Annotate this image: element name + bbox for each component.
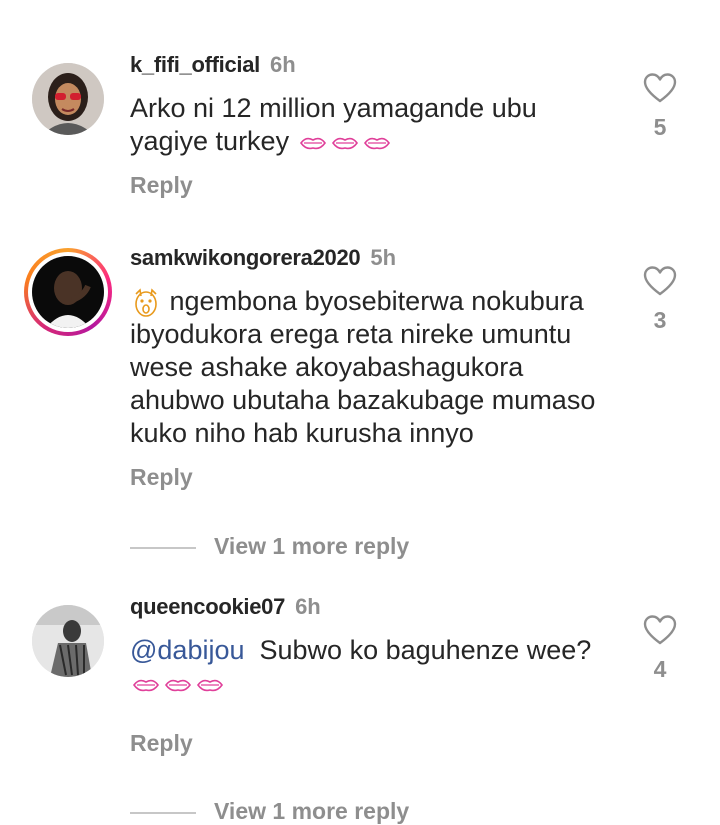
username[interactable]: k_fifi_official — [130, 52, 260, 77]
avatar — [32, 256, 104, 328]
comment-text: @dabijou Subwo ko baguhenze wee? — [130, 634, 620, 700]
comment-meta: k_fifi_official 6h — [130, 52, 296, 78]
kiss-lips-emoji — [299, 137, 326, 150]
divider-line — [130, 811, 196, 814]
kiss-lips-emoji — [165, 679, 191, 692]
like-control: 4 — [640, 614, 680, 683]
comment-meta: samkwikongorera2020 5h — [130, 245, 396, 271]
comment-body: ngembona byosebiterwa nokubura ibyodukor… — [130, 286, 596, 448]
timestamp: 5h — [370, 245, 397, 270]
view-more-replies[interactable]: View 1 more reply — [130, 533, 409, 560]
view-more-label: View 1 more reply — [214, 798, 410, 824]
like-count: 5 — [653, 114, 667, 140]
mention-link[interactable]: @dabijou — [130, 635, 245, 665]
timestamp: 6h — [295, 594, 321, 619]
comment-text: ngembona byosebiterwa nokubura ibyodukor… — [130, 285, 620, 450]
avatar[interactable] — [32, 63, 104, 135]
comment-meta: queencookie07 6h — [130, 594, 321, 620]
view-more-label: View 1 more reply — [214, 533, 410, 559]
username[interactable]: queencookie07 — [130, 594, 285, 619]
comment-body: Subwo ko baguhenze wee? — [259, 635, 592, 665]
like-control: 3 — [640, 265, 680, 334]
like-count: 3 — [653, 307, 667, 333]
kiss-lips-emoji — [133, 679, 159, 692]
timestamp: 6h — [269, 52, 296, 77]
avatar[interactable] — [32, 605, 104, 677]
kiss-lips-emoji — [331, 137, 358, 150]
like-count: 4 — [653, 656, 667, 682]
username[interactable]: samkwikongorera2020 — [130, 245, 361, 270]
reply-button[interactable]: Reply — [130, 464, 193, 491]
reply-button[interactable]: Reply — [130, 730, 193, 757]
kiss-lips-emoji — [363, 137, 390, 150]
comment-text: Arko ni 12 million yamagande ubu yagiye … — [130, 92, 620, 158]
kiss-lips-emoji — [197, 679, 223, 692]
story-ring[interactable] — [24, 248, 112, 336]
heart-icon[interactable] — [643, 72, 677, 104]
heart-icon[interactable] — [643, 265, 677, 297]
reply-button[interactable]: Reply — [130, 172, 193, 199]
like-control: 5 — [640, 72, 680, 141]
screaming-face-emoji — [135, 288, 157, 317]
divider-line — [130, 546, 196, 549]
heart-icon[interactable] — [643, 614, 677, 646]
